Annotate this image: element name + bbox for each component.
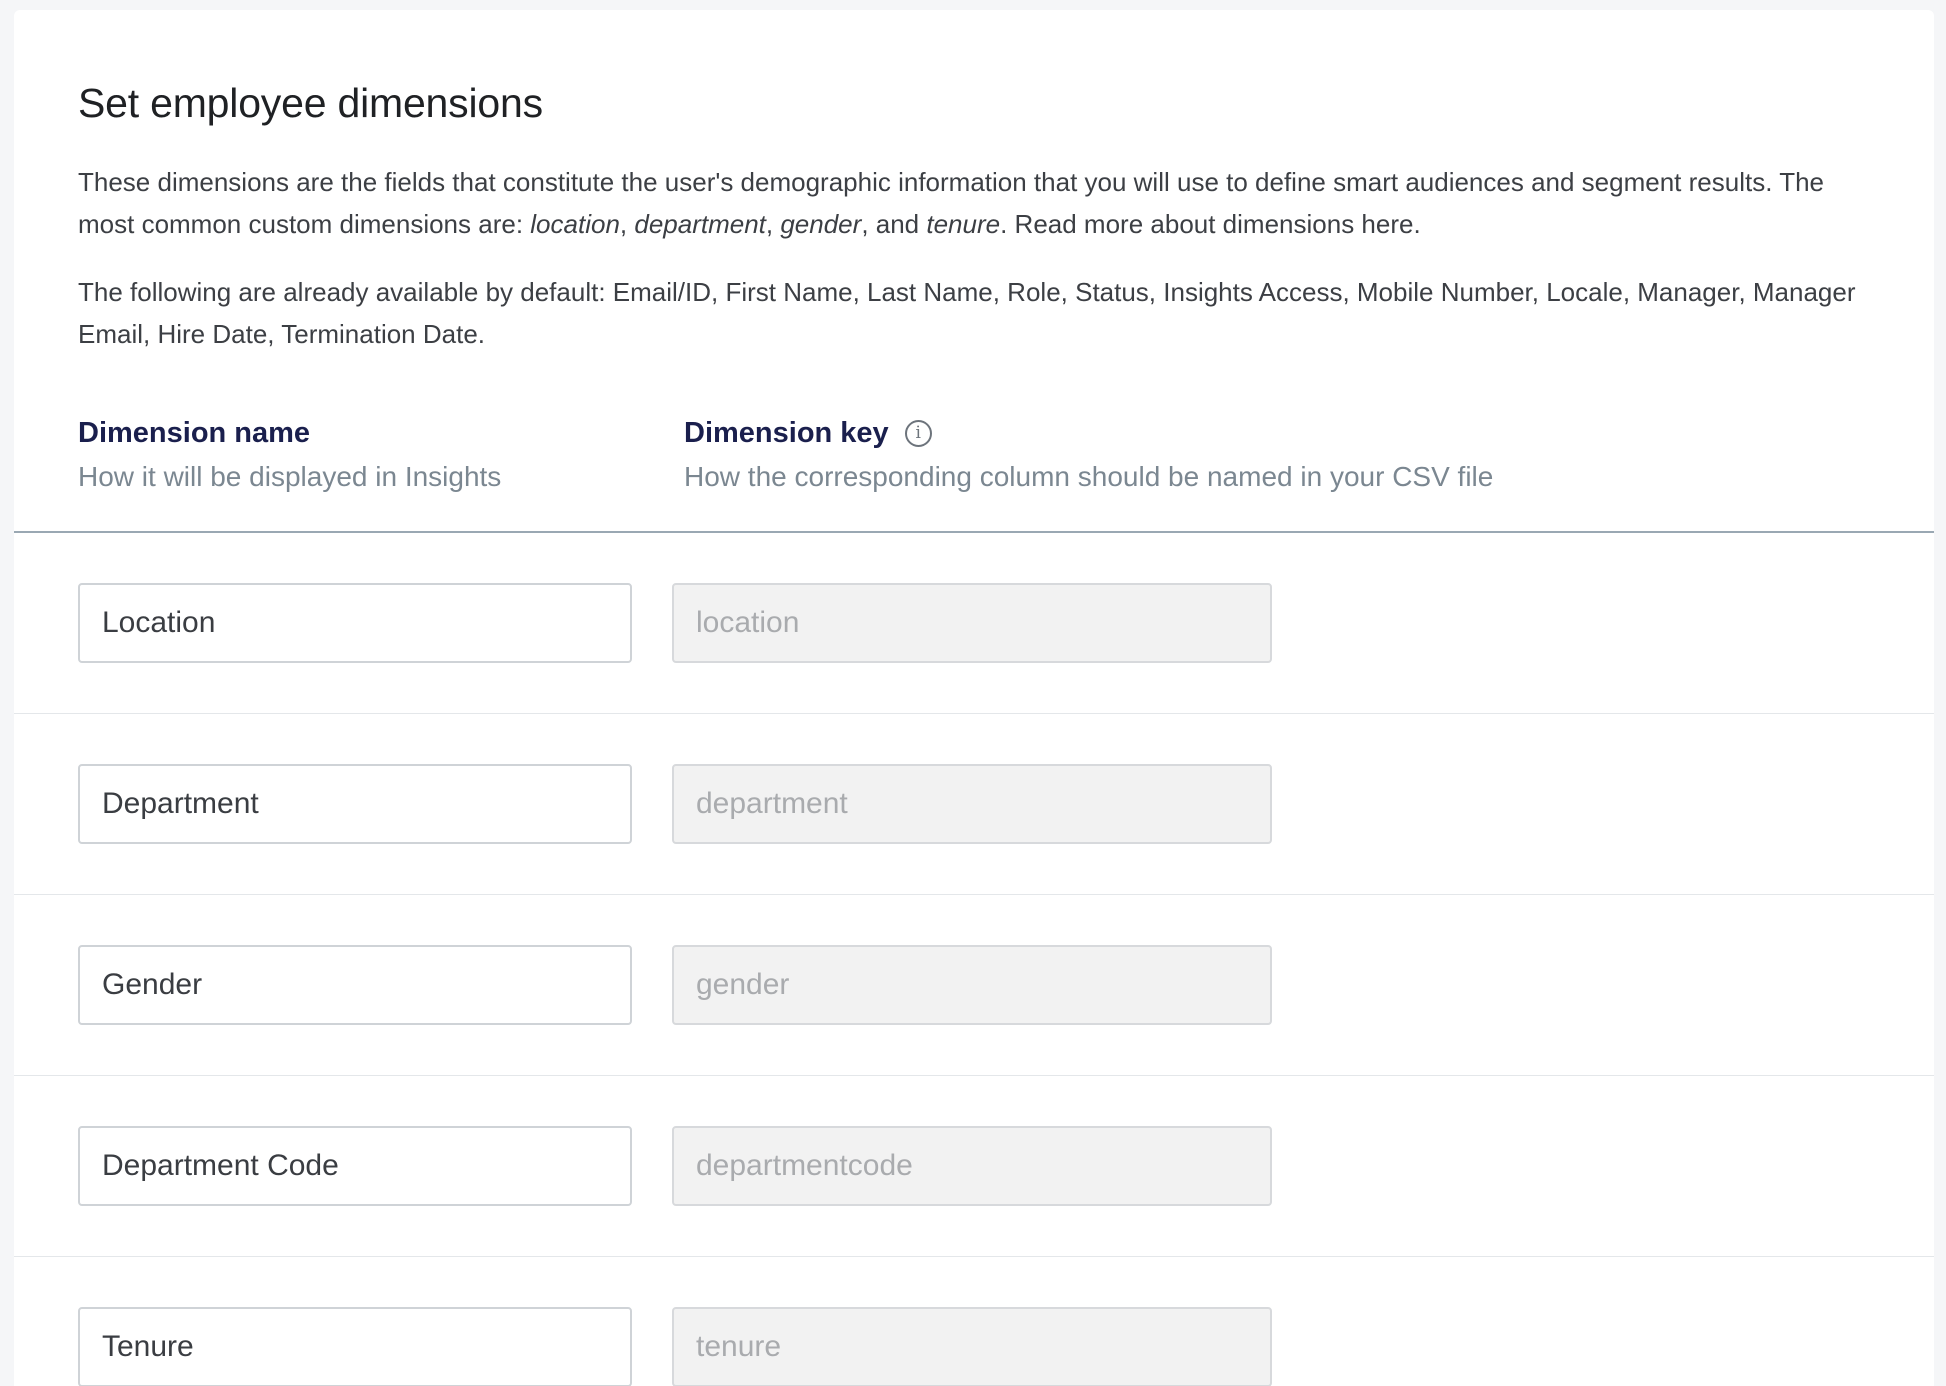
defaults-description: The following are already available by d… (78, 277, 1856, 349)
dimension-row (14, 895, 1934, 1076)
intro-line-2-suffix: . Read more about dimensions here. (1000, 209, 1421, 239)
dimension-name-input[interactable] (78, 764, 632, 844)
intro-section: Set employee dimensions These dimensions… (14, 10, 1934, 385)
example-location: location (530, 209, 620, 239)
dimension-row (14, 1076, 1934, 1257)
dimension-key-input (672, 764, 1272, 844)
dimension-name-input[interactable] (78, 583, 632, 663)
dimension-name-input[interactable] (78, 945, 632, 1025)
dimension-key-input (672, 1126, 1272, 1206)
example-gender: gender (780, 209, 862, 239)
header-dimension-key: Dimension key i How the corresponding co… (684, 413, 1493, 493)
header-dimension-name-title: Dimension name (78, 416, 311, 449)
dimension-key-input (672, 583, 1272, 663)
dimension-row (14, 714, 1934, 895)
dimensions-card: Set employee dimensions These dimensions… (14, 10, 1934, 1386)
header-dimension-key-title: Dimension key (684, 416, 889, 449)
page-title: Set employee dimensions (78, 80, 543, 126)
dimension-row (14, 533, 1934, 714)
header-dimension-key-subtitle: How the corresponding column should be n… (684, 461, 1494, 492)
dimension-row (14, 1257, 1934, 1386)
header-dimension-name: Dimension name How it will be displayed … (78, 413, 501, 493)
intro-line-1: These dimensions are the fields that con… (78, 167, 1773, 197)
dimension-name-input[interactable] (78, 1126, 632, 1206)
table-header: Dimension name How it will be displayed … (14, 385, 1934, 533)
example-tenure: tenure (926, 209, 1001, 239)
dimension-key-input (672, 945, 1272, 1025)
dimension-key-input (672, 1307, 1272, 1386)
header-dimension-name-subtitle: How it will be displayed in Insights (78, 461, 502, 492)
intro-description: These dimensions are the fields that con… (78, 167, 1825, 239)
info-circle-icon[interactable]: i (904, 419, 932, 447)
example-department: department (634, 209, 766, 239)
dimension-name-input[interactable] (78, 1307, 632, 1386)
